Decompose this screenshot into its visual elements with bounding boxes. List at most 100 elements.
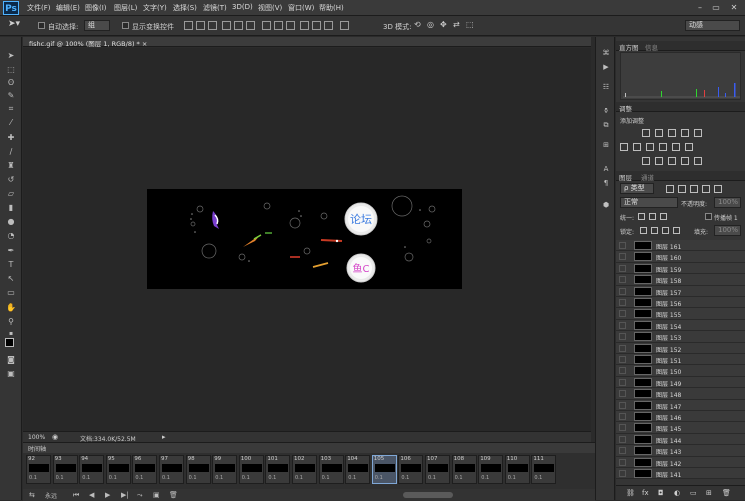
timeline-frame[interactable]: 110 0.1 [504, 455, 530, 484]
layer-name[interactable]: 图层 146 [656, 413, 681, 422]
filter-adjustment-icon[interactable] [678, 185, 686, 193]
layer-name[interactable]: 图层 142 [656, 459, 681, 468]
timeline-frame[interactable]: 94 0.1 [79, 455, 105, 484]
3d-pan-icon[interactable]: ✥ [440, 20, 447, 29]
lock-position-icon[interactable] [662, 227, 669, 234]
auto-align-icon[interactable] [340, 21, 349, 30]
link-layers-icon[interactable]: ⛓ [626, 489, 635, 497]
tab-info[interactable]: 信息 [645, 42, 658, 52]
foreground-color-swatch[interactable] [5, 338, 14, 347]
distribute-bottom-icon[interactable] [286, 21, 295, 30]
lock-pixels-icon[interactable] [651, 227, 658, 234]
layer-row[interactable]: 图层 156 [616, 297, 745, 309]
new-layer-icon[interactable]: ⊞ [706, 489, 712, 497]
layer-row[interactable]: 图层 151 [616, 354, 745, 366]
frame-delay[interactable]: 0.1 [322, 475, 330, 481]
layer-name[interactable]: 图层 147 [656, 402, 681, 411]
layer-kind-filter[interactable]: ρ 类型 [620, 183, 654, 194]
workspace-dropdown[interactable]: 动感 [685, 20, 740, 31]
layer-name[interactable]: 图层 160 [656, 253, 681, 262]
distribute-top-icon[interactable] [262, 21, 271, 30]
posterize-icon[interactable] [655, 157, 663, 165]
align-hcenter-icon[interactable] [234, 21, 243, 30]
timeline-frame[interactable]: 100 0.1 [238, 455, 264, 484]
layer-name[interactable]: 图层 148 [656, 390, 681, 399]
propagate-frame-checkbox[interactable] [705, 213, 712, 220]
auto-select-dropdown[interactable]: 组 [84, 20, 110, 31]
curves-icon[interactable] [668, 129, 676, 137]
visibility-toggle-icon[interactable] [619, 333, 626, 341]
frame-delay[interactable]: 0.1 [162, 475, 170, 481]
path-select-tool-icon[interactable]: ↖ [5, 274, 17, 284]
layer-row[interactable]: 图层 152 [616, 342, 745, 354]
frame-delay[interactable]: 0.1 [508, 475, 516, 481]
layer-row[interactable]: 图层 153 [616, 331, 745, 343]
delete-frame-button[interactable]: 🗑 [169, 491, 178, 499]
frame-delay[interactable]: 0.1 [29, 475, 37, 481]
visibility-toggle-icon[interactable] [619, 276, 626, 284]
frame-delay[interactable]: 0.1 [348, 475, 356, 481]
layer-row[interactable]: 图层 161 [616, 240, 745, 252]
3d-scale-icon[interactable]: ⬚ [466, 20, 474, 29]
type-tool-icon[interactable]: T [5, 260, 17, 270]
visibility-toggle-icon[interactable] [619, 344, 626, 352]
menu-help[interactable]: 帮助(H) [319, 3, 344, 13]
frame-delay[interactable]: 0.1 [455, 475, 463, 481]
blend-mode-dropdown[interactable]: 正常 [620, 197, 678, 208]
eraser-tool-icon[interactable]: ▱ [5, 189, 17, 199]
timeline-frame[interactable]: 96 0.1 [132, 455, 158, 484]
visibility-toggle-icon[interactable] [619, 390, 626, 398]
layer-name[interactable]: 图层 159 [656, 265, 681, 274]
layer-row[interactable]: 图层 155 [616, 308, 745, 320]
show-transform-checkbox[interactable] [122, 22, 129, 29]
lock-all-icon[interactable] [673, 227, 680, 234]
duplicate-frame-button[interactable]: ▣ [153, 491, 160, 499]
layer-row[interactable]: 图层 144 [616, 433, 745, 446]
gradient-tool-icon[interactable]: ▮ [5, 203, 17, 213]
timeline-frame[interactable]: 97 0.1 [159, 455, 184, 484]
3d-roll-icon[interactable]: ◎ [427, 20, 434, 29]
color-lookup-icon[interactable] [685, 143, 693, 151]
filter-type-icon[interactable] [690, 185, 698, 193]
layer-row[interactable]: 图层 150 [616, 365, 745, 377]
actions-panel-icon[interactable]: ▶ [601, 63, 611, 72]
menu-edit[interactable]: 编辑(E) [56, 3, 80, 13]
character-panel-icon[interactable]: A [601, 165, 611, 174]
visibility-toggle-icon[interactable] [619, 287, 626, 295]
frame-delay[interactable]: 0.1 [295, 475, 303, 481]
filter-smart-icon[interactable] [714, 185, 722, 193]
visibility-toggle-icon[interactable] [619, 264, 626, 272]
layer-name[interactable]: 图层 156 [656, 299, 681, 308]
frame-delay[interactable]: 0.1 [82, 475, 90, 481]
layer-name[interactable]: 图层 143 [656, 447, 681, 456]
timeline-frame[interactable]: 92 0.1 [26, 455, 51, 484]
visibility-toggle-icon[interactable] [619, 299, 626, 306]
align-top-icon[interactable] [184, 21, 193, 30]
photo-filter-icon[interactable] [659, 143, 667, 151]
document-canvas[interactable]: 论坛 鱼C [147, 189, 462, 289]
layer-name[interactable]: 图层 155 [656, 310, 681, 319]
menu-filter[interactable]: 滤镜(T) [203, 3, 227, 13]
frame-delay[interactable]: 0.1 [109, 475, 117, 481]
frame-delay[interactable]: 0.1 [56, 475, 64, 481]
layer-name[interactable]: 图层 144 [656, 436, 681, 445]
layer-row[interactable]: 图层 148 [616, 388, 745, 400]
color-balance-icon[interactable] [633, 143, 641, 151]
layer-row[interactable]: 图层 154 [616, 319, 745, 332]
timeline-frame[interactable]: 104 0.1 [345, 455, 371, 484]
visibility-toggle-icon[interactable] [619, 378, 626, 386]
timeline-frame[interactable]: 105 0.1 [371, 455, 397, 484]
selective-color-icon[interactable] [694, 157, 702, 165]
filter-pixel-icon[interactable] [666, 185, 674, 193]
history-brush-tool-icon[interactable]: ↺ [5, 175, 17, 185]
delete-layer-icon[interactable]: 🗑 [722, 489, 731, 497]
visibility-toggle-icon[interactable] [619, 253, 626, 261]
menu-window[interactable]: 窗口(W) [288, 3, 314, 13]
maximize-button[interactable]: ▭ [709, 2, 723, 13]
timeline-frame[interactable]: 98 0.1 [185, 455, 211, 484]
pen-tool-icon[interactable]: ✒ [5, 246, 17, 256]
close-button[interactable]: ✕ [727, 2, 741, 13]
timeline-convert-icon[interactable]: ⇆ [29, 491, 35, 499]
timeline-frame[interactable]: 95 0.1 [105, 455, 131, 484]
3d-slide-icon[interactable]: ⇄ [453, 20, 460, 29]
